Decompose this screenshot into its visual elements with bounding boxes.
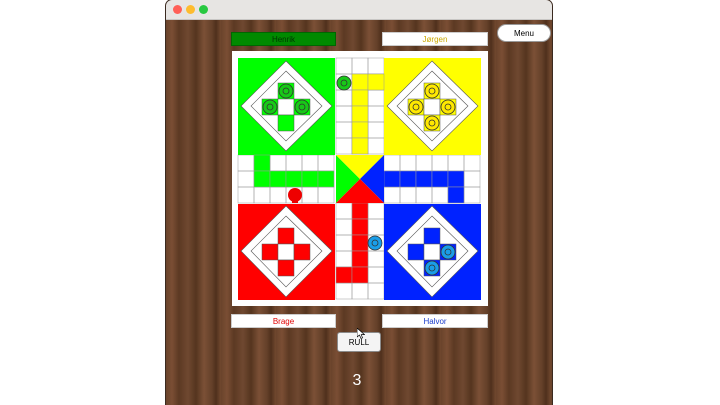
mouse-pointer-icon [357,328,365,339]
app-window: Henrik Jørgen Menu Brage Halvor RULL 3 [166,0,552,405]
close-icon[interactable] [173,5,182,14]
player-name-henrik: Henrik [231,32,336,46]
menu-button[interactable]: Menu [497,24,551,42]
dice-value: 3 [352,372,362,389]
player-name-brage: Brage [231,314,336,328]
player-name-halvor: Halvor [382,314,488,328]
board-svg [232,51,488,306]
ludo-board [232,51,488,306]
minimize-icon[interactable] [186,5,195,14]
title-bar [166,0,552,20]
zoom-icon[interactable] [199,5,208,14]
player-name-jorgen: Jørgen [382,32,488,46]
